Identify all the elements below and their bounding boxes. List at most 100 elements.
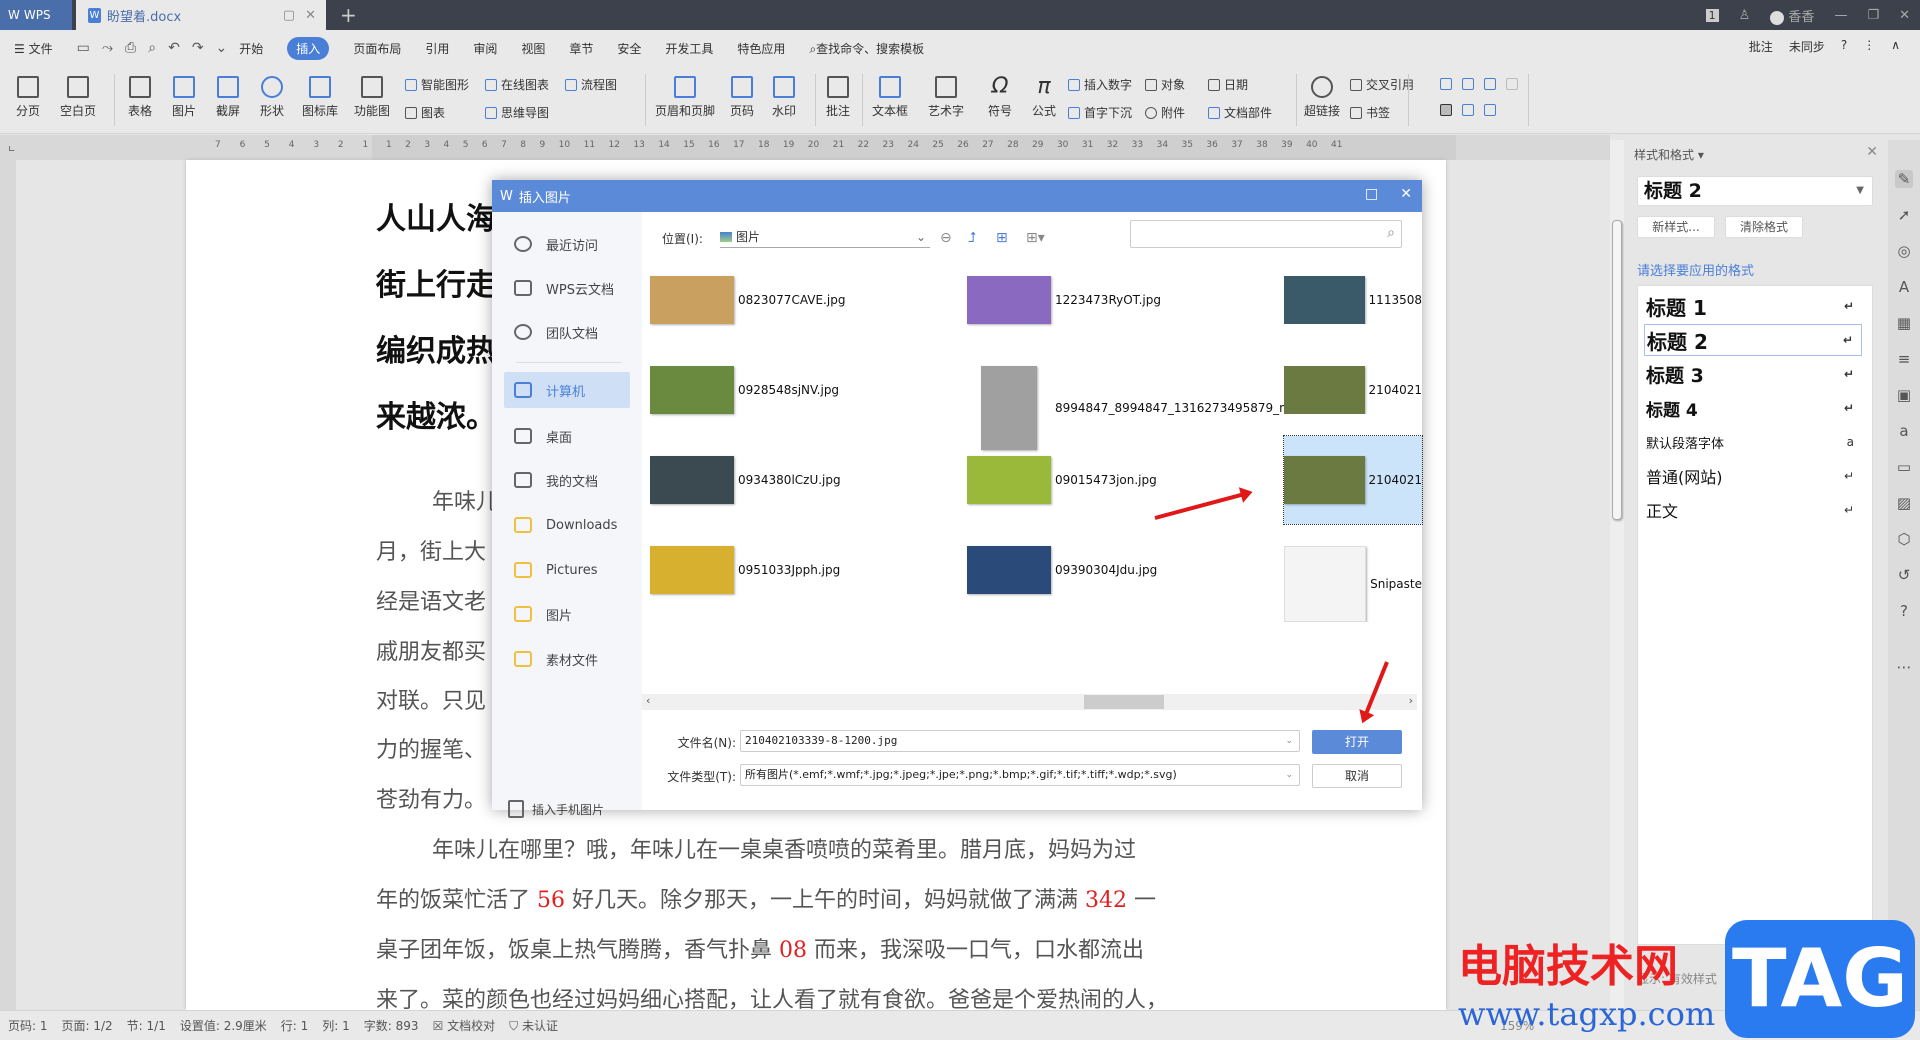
symbol-button[interactable]: Ω 符号 [982,76,1018,119]
translate-icon[interactable]: a [1895,422,1913,440]
clear-format-button[interactable]: 清除格式 [1725,216,1803,238]
watermark-button[interactable]: 水印 [766,76,802,119]
dialog-title-bar[interactable]: W 插入图片 □ ✕ [492,180,1422,212]
vertical-scrollbar[interactable] [1610,140,1624,1010]
back-icon[interactable]: ⊖ [940,230,952,246]
comment-menu[interactable]: 批注 [1749,38,1773,55]
style-item-heading1[interactable]: 标题 1 ↵ [1644,290,1862,322]
file-item[interactable]: Snipaste [1284,546,1422,622]
page-number-button[interactable]: 页码 [724,76,760,119]
style-item-default-font[interactable]: 默认段落字体 a [1644,426,1862,458]
nav-computer[interactable]: 计算机 [504,372,630,408]
window-count-badge[interactable]: 1 [1705,9,1719,22]
status-section[interactable]: 节: 1/1 [127,1017,166,1034]
image-file-icon[interactable]: ▣ [1895,386,1913,404]
skin-icon[interactable]: ♙ [1739,8,1751,23]
wps-home-tab[interactable]: W WPS [0,0,72,30]
export-icon[interactable]: ⤳ [102,40,113,56]
text-field-icon[interactable] [1440,78,1452,90]
file-item[interactable]: 0951033Jpph.jpg [650,546,840,594]
sync-status[interactable]: 未同步 [1789,38,1825,55]
nav-my-documents[interactable]: 我的文档 [504,462,630,498]
dialog-search-input[interactable]: ⌕ [1130,220,1402,248]
status-word-count[interactable]: 字数: 893 [364,1017,419,1034]
online-chart-button[interactable]: 在线图表 [485,76,549,93]
redo-icon[interactable]: ↷ [192,40,204,56]
page-break-button[interactable]: 分页 [10,76,46,119]
status-column[interactable]: 列: 1 [322,1017,350,1034]
undo-icon[interactable]: ↶ [168,40,180,56]
file-item[interactable]: 09015473jon.jpg [967,456,1157,504]
filetype-select[interactable]: 所有图片(*.emf;*.wmf;*.jpg;*.jpeg;*.jpe;*.pn… [740,764,1300,786]
more-icon[interactable]: ⋮ [1863,38,1875,55]
close-dialog-button[interactable]: ✕ [1400,186,1412,202]
drop-cap-button[interactable]: 首字下沉 [1068,104,1132,121]
design-mode-icon[interactable] [1440,104,1452,116]
flowchart-button[interactable]: 流程图 [565,76,617,93]
file-item[interactable]: 0928548sjNV.jpg [650,366,839,414]
styles-pane-title[interactable]: 样式和格式 ▾ [1634,146,1704,163]
shape-button[interactable]: 形状 [254,76,290,119]
file-item[interactable]: 1223473RyOT.jpg [967,276,1161,324]
scroll-thumb[interactable] [1084,695,1164,709]
chart-button[interactable]: 图表 [405,104,445,121]
tab-insert[interactable]: 插入 [287,36,330,60]
horizontal-scrollbar[interactable]: ‹ › [642,694,1417,710]
field-info-icon[interactable] [1506,78,1518,90]
style-item-heading2[interactable]: 标题 2 ↵ [1644,324,1862,356]
file-item[interactable]: 0823077CAVE.jpg [650,276,845,324]
doc-parts-button[interactable]: 文档部件 [1208,104,1272,121]
horizontal-ruler[interactable]: ∟ 7 6 5 4 3 2 1 1 2 3 4 5 6 7 8 9 10 11 … [0,135,1610,160]
file-item[interactable]: 2104021 [1284,366,1422,414]
new-style-button[interactable]: 新样式... [1637,216,1715,238]
hyperlink-button[interactable]: 超链接 [1302,76,1342,119]
tab-security[interactable]: 安全 [617,40,641,57]
comment-button[interactable]: 批注 [820,76,856,119]
shield-icon[interactable]: ⬡ [1895,530,1913,548]
checkbox-field-icon[interactable] [1462,78,1474,90]
file-item[interactable]: 09390304Jdu.jpg [967,546,1157,594]
user-account[interactable]: 香香 [1770,6,1814,25]
file-item[interactable]: 8994847_8994847_1316273495879_m... [967,366,1302,450]
scroll-left-icon[interactable]: ‹ [646,694,650,707]
reset-form-icon[interactable] [1462,104,1474,116]
customize-toolbar-icon[interactable]: ⌄ [216,40,228,56]
up-folder-icon[interactable]: ⮥ [968,230,976,246]
tab-chapter[interactable]: 章节 [569,40,593,57]
more-icon[interactable]: ⋯ [1895,658,1913,676]
shapes-icon[interactable]: ◎ [1895,242,1913,260]
picture-button[interactable]: 图片 [166,76,202,119]
dropdown-field-icon[interactable] [1484,78,1496,90]
nav-images[interactable]: 图片 [504,596,630,632]
help-button[interactable]: ? [1841,38,1847,55]
archive-icon[interactable]: ▭ [1895,458,1913,476]
file-item[interactable]: 0934380lCzU.jpg [650,456,841,504]
tab-home[interactable]: 开始 [239,40,263,57]
filename-input[interactable]: 210402103339-8-1200.jpg ⌄ [740,730,1300,752]
style-pen-icon[interactable]: ✎ [1895,170,1913,188]
table-icon[interactable]: ▦ [1895,314,1913,332]
certification-status[interactable]: ⛉ 未认证 [509,1017,558,1034]
date-button[interactable]: 日期 [1208,76,1248,93]
header-footer-button[interactable]: 页眉和页脚 [652,76,718,119]
nav-team-docs[interactable]: 团队文档 [504,314,630,350]
current-style-select[interactable]: 标题 2 ▼ [1637,176,1873,206]
open-button[interactable]: 打开 [1312,730,1402,754]
command-search[interactable]: ⌕查找命令、搜索模板 [809,40,924,57]
file-item[interactable]: 2104021 [1283,435,1423,525]
mind-map-button[interactable]: 思维导图 [485,104,549,121]
style-item-heading3[interactable]: 标题 3 ↵ [1644,358,1862,390]
screenshot-button[interactable]: 截屏 [210,76,246,119]
status-pages[interactable]: 页面: 1/2 [62,1017,113,1034]
textbox-button[interactable]: 文本框 [868,76,912,119]
insert-phone-picture-button[interactable]: 插入手机图片 [508,800,604,818]
nav-wps-cloud[interactable]: WPS云文档 [504,270,630,306]
icon-library-button[interactable]: 图标库 [298,76,342,119]
close-tab-icon[interactable]: ✕ [305,8,316,23]
object-button[interactable]: 对象 [1145,76,1185,93]
equation-button[interactable]: π 公式 [1026,76,1062,119]
cancel-button[interactable]: 取消 [1312,764,1402,788]
document-tab[interactable]: W 盼望着.docx ▢ ✕ [76,0,326,30]
nav-materials[interactable]: 素材文件 [504,641,630,677]
tab-stop-icon[interactable]: ∟ [8,145,16,155]
